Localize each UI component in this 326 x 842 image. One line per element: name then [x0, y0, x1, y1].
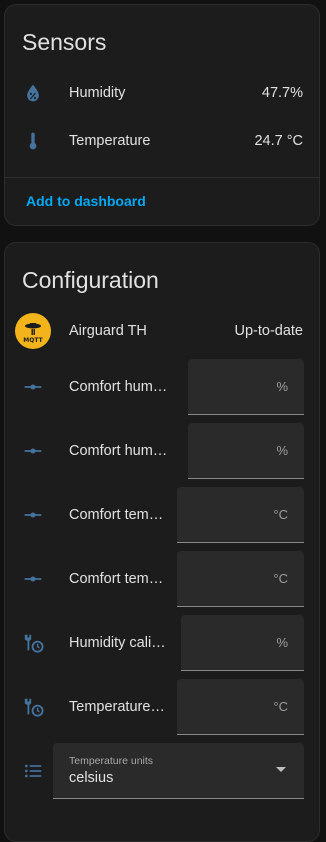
configuration-title: Configuration — [22, 267, 159, 293]
wrench-clock-icon — [21, 695, 45, 719]
ray-vertex-icon — [21, 375, 45, 399]
unit-suffix: % — [276, 635, 288, 650]
add-to-dashboard-link[interactable]: Add to dashboard — [26, 193, 146, 209]
comfort-humidity-input[interactable]: % — [188, 423, 304, 479]
unit-suffix: °C — [273, 699, 288, 714]
select-value: celsius — [69, 770, 114, 786]
device-update-row[interactable]: MQTT Airguard TH Up-to-date — [5, 307, 319, 355]
sensors-card: Sensors Humidity 47.7% Temperature 24.7 … — [4, 4, 320, 226]
select-label: Temperature units — [69, 755, 154, 767]
number-label: Comfort hum… — [69, 443, 168, 459]
dropdown-arrow-icon — [276, 767, 286, 772]
ray-vertex-icon — [21, 567, 45, 591]
water-percent-icon — [21, 81, 45, 105]
ray-vertex-icon — [21, 439, 45, 463]
unit-suffix: °C — [273, 507, 288, 522]
unit-suffix: °C — [273, 571, 288, 586]
number-label: Comfort hum… — [69, 379, 168, 395]
unit-suffix: % — [276, 379, 288, 394]
temperature-calibration-input[interactable]: °C — [177, 679, 304, 735]
sensor-row-temperature[interactable]: Temperature 24.7 °C — [5, 117, 319, 165]
mqtt-logo-icon: MQTT — [15, 313, 51, 349]
sensor-value: 24.7 °C — [254, 133, 303, 149]
configuration-card: Configuration MQTT Airguard TH Up-to-dat… — [4, 242, 320, 842]
comfort-humidity-input[interactable]: % — [188, 359, 304, 415]
number-label: Temperature… — [69, 699, 165, 715]
thermometer-icon — [21, 129, 45, 153]
update-status: Up-to-date — [234, 323, 303, 339]
sensor-row-humidity[interactable]: Humidity 47.7% — [5, 69, 319, 117]
mqtt-badge-text: MQTT — [23, 337, 43, 344]
sensors-title: Sensors — [22, 29, 107, 55]
wrench-clock-icon — [21, 631, 45, 655]
unit-suffix: % — [276, 443, 288, 458]
humidity-calibration-input[interactable]: % — [181, 615, 304, 671]
format-list-bulleted-icon — [21, 759, 45, 783]
number-label: Comfort tem… — [69, 571, 164, 587]
sensor-label: Temperature — [69, 133, 151, 149]
number-label: Comfort tem… — [69, 507, 164, 523]
sensor-label: Humidity — [69, 85, 126, 101]
device-name: Airguard TH — [69, 323, 147, 339]
sensor-value: 47.7% — [261, 85, 303, 101]
divider — [5, 177, 319, 178]
ray-vertex-icon — [21, 503, 45, 527]
comfort-temperature-input[interactable]: °C — [177, 487, 304, 543]
number-label: Humidity cali… — [69, 635, 166, 651]
comfort-temperature-input[interactable]: °C — [177, 551, 304, 607]
temperature-units-select[interactable]: Temperature units celsius — [53, 743, 304, 799]
